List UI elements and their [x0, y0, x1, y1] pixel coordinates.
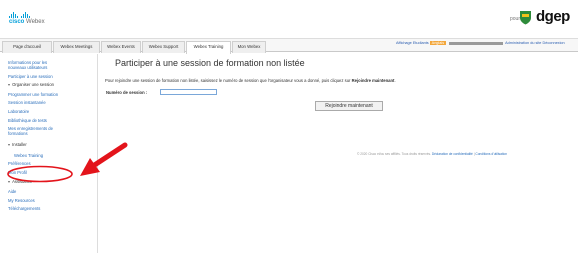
- annotation-overlay: [7, 142, 128, 183]
- highlight-ellipse: [7, 165, 73, 183]
- red-arrow-icon: [80, 142, 128, 176]
